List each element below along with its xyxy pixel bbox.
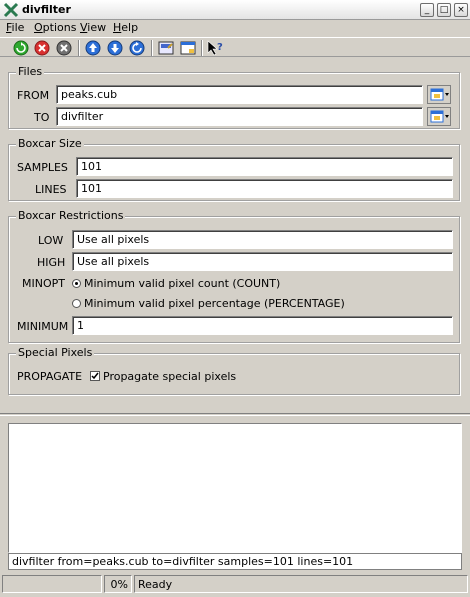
propagate-checkbox-label[interactable]: Propagate special pixels: [103, 370, 236, 383]
maximize-button[interactable]: □: [437, 3, 451, 17]
lines-field[interactable]: 101: [76, 179, 453, 198]
progress-percent: 0%: [104, 575, 132, 593]
lines-label: LINES: [35, 183, 67, 196]
menu-file[interactable]: File: [6, 21, 24, 34]
up-icon[interactable]: [84, 39, 102, 57]
to-label: TO: [34, 111, 50, 124]
from-browse-button[interactable]: [427, 85, 451, 104]
exit-icon[interactable]: [55, 39, 73, 57]
minimum-field[interactable]: 1: [72, 316, 453, 335]
minimum-label: MINIMUM: [17, 320, 69, 333]
minopt-count-radio[interactable]: [72, 279, 81, 288]
boxcar-size-group-title: Boxcar Size: [16, 137, 84, 150]
samples-field[interactable]: 101: [76, 157, 453, 176]
menu-bar: File Options View Help: [0, 20, 470, 36]
close-icon: ×: [457, 5, 465, 15]
status-bar: 0% Ready: [0, 573, 470, 597]
minimize-button[interactable]: _: [420, 3, 434, 17]
splitter[interactable]: [0, 413, 470, 416]
minopt-percentage-label[interactable]: Minimum valid pixel percentage (PERCENTA…: [84, 297, 345, 310]
file-browse-icon: [430, 88, 449, 101]
low-field[interactable]: Use all pixels: [72, 230, 453, 249]
minopt-count-label[interactable]: Minimum valid pixel count (COUNT): [84, 277, 280, 290]
boxcar-restrictions-group-title: Boxcar Restrictions: [16, 209, 126, 222]
save-icon[interactable]: [157, 39, 175, 57]
minimize-icon: _: [424, 5, 430, 15]
toolbar-separator: [151, 40, 153, 56]
propagate-label: PROPAGATE: [17, 370, 83, 383]
title-bar[interactable]: divfilter _ □ ×: [0, 0, 470, 20]
to-field[interactable]: divfilter: [56, 107, 423, 126]
menu-help[interactable]: Help: [113, 21, 138, 34]
to-browse-button[interactable]: [427, 107, 451, 126]
maximize-icon: □: [439, 5, 449, 15]
menu-options[interactable]: Options: [34, 21, 76, 34]
from-field[interactable]: peaks.cub: [56, 85, 423, 104]
close-button[interactable]: ×: [454, 3, 468, 17]
propagate-checkbox[interactable]: [90, 371, 100, 381]
window-title: divfilter: [22, 3, 71, 16]
toolbar-separator: [78, 40, 80, 56]
samples-label: SAMPLES: [17, 161, 68, 174]
minopt-label: MINOPT: [22, 277, 65, 290]
file-browse-icon: [430, 110, 449, 123]
log-area[interactable]: [8, 423, 462, 553]
high-field[interactable]: Use all pixels: [72, 252, 453, 271]
high-label: HIGH: [37, 256, 66, 269]
stop-icon[interactable]: [33, 39, 51, 57]
toolbar-separator: [201, 40, 203, 56]
files-group-title: Files: [16, 65, 45, 78]
svg-text:?: ?: [217, 42, 223, 53]
command-line[interactable]: divfilter from=peaks.cub to=divfilter sa…: [8, 553, 462, 570]
low-label: LOW: [38, 234, 64, 247]
app-x-icon: [3, 2, 19, 18]
reset-icon[interactable]: [128, 39, 146, 57]
from-label: FROM: [17, 89, 50, 102]
checkmark-icon: [91, 372, 99, 380]
window-icon[interactable]: [179, 39, 197, 57]
status-empty-cell: [2, 575, 102, 593]
run-icon[interactable]: [12, 39, 30, 57]
minopt-percentage-radio[interactable]: [72, 299, 81, 308]
toolbar: ?: [0, 37, 470, 57]
menu-view[interactable]: View: [80, 21, 106, 34]
help-pointer-icon[interactable]: ?: [206, 39, 224, 57]
status-message: Ready: [134, 575, 468, 593]
down-icon[interactable]: [106, 39, 124, 57]
special-pixels-group-title: Special Pixels: [16, 346, 95, 359]
